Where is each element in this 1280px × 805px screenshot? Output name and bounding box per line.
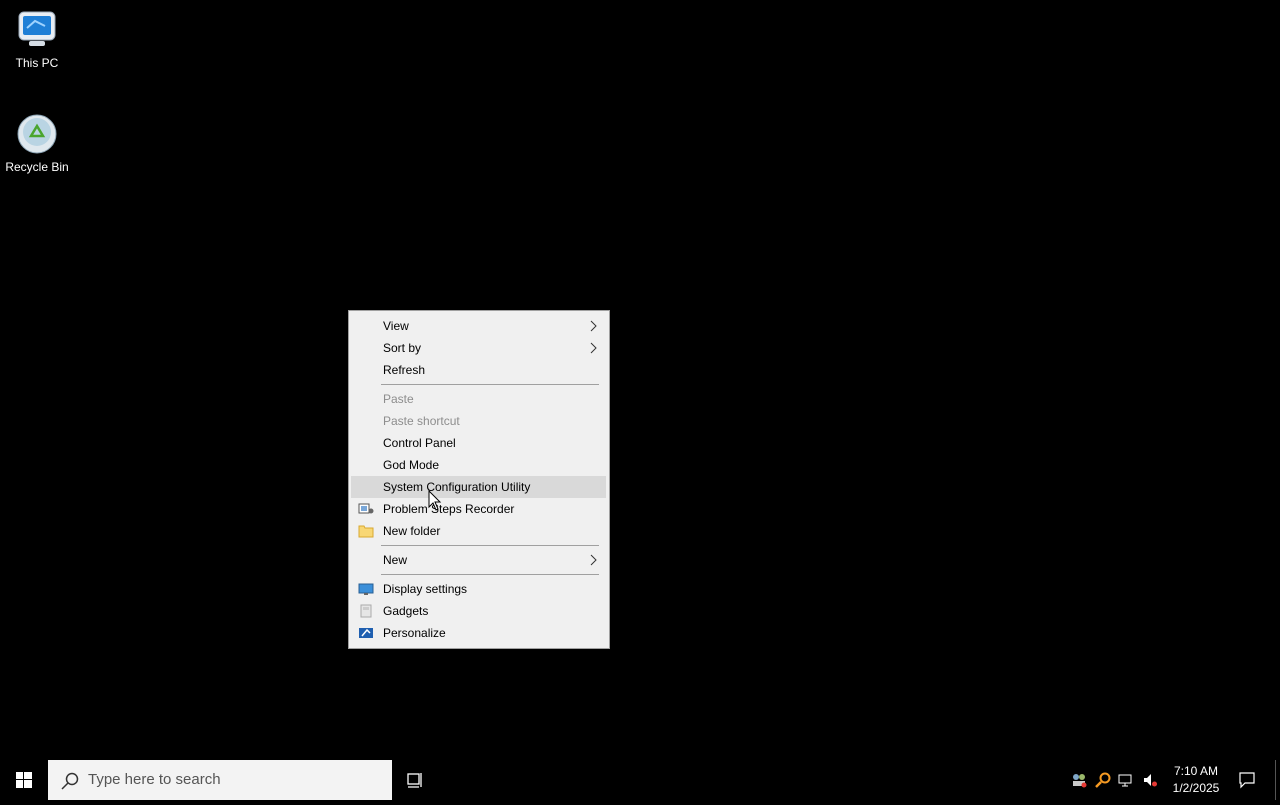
menu-item-refresh[interactable]: Refresh xyxy=(351,359,606,381)
search-placeholder: Type here to search xyxy=(88,771,221,788)
clock-date: 1/2/2025 xyxy=(1172,781,1220,795)
menu-item-label: Paste shortcut xyxy=(383,414,460,428)
monitor-icon xyxy=(15,8,59,52)
search-icon xyxy=(61,772,79,790)
mouse-cursor-icon xyxy=(428,490,442,511)
desktop-icon-recycle-bin[interactable]: Recycle Bin xyxy=(0,104,74,174)
menu-item-paste-shortcut: Paste shortcut xyxy=(351,410,606,432)
steps-recorder-icon xyxy=(358,503,374,514)
menu-item-label: God Mode xyxy=(383,458,440,472)
menu-item-label: New xyxy=(383,553,408,567)
magnifier-icon[interactable] xyxy=(1095,772,1111,788)
chevron-right-icon xyxy=(590,342,597,354)
taskbar-clock[interactable]: 7:10 AM 1/2/2025 xyxy=(1166,763,1226,797)
action-center-icon[interactable] xyxy=(1238,771,1256,789)
gadgets-icon xyxy=(360,604,372,618)
menu-item-new-folder[interactable]: New folder xyxy=(351,520,606,542)
menu-item-label: System Configuration Utility xyxy=(383,480,531,494)
menu-item-label: Control Panel xyxy=(383,436,456,450)
volume-muted-icon[interactable] xyxy=(1142,772,1158,788)
task-view-icon[interactable] xyxy=(406,770,426,790)
menu-item-label: Display settings xyxy=(383,582,468,596)
network-icon[interactable] xyxy=(1118,772,1134,788)
show-desktop-button[interactable] xyxy=(1275,760,1276,800)
network-people-icon[interactable] xyxy=(1071,772,1087,788)
menu-separator xyxy=(381,574,599,575)
chevron-right-icon xyxy=(590,554,597,566)
menu-item-label: New folder xyxy=(383,524,441,538)
windows-logo-icon xyxy=(16,772,32,788)
folder-icon xyxy=(358,525,374,538)
menu-item-problem-steps-recorder[interactable]: Problem Steps Recorder xyxy=(351,498,606,520)
menu-item-label: Refresh xyxy=(383,363,426,377)
recycle-bin-icon xyxy=(15,112,59,156)
menu-item-god-mode[interactable]: God Mode xyxy=(351,454,606,476)
menu-item-label: Personalize xyxy=(383,626,446,640)
chevron-right-icon xyxy=(590,320,597,332)
display-icon xyxy=(358,583,374,595)
clock-time: 7:10 AM xyxy=(1173,764,1219,778)
menu-item-label: Sort by xyxy=(383,341,422,355)
menu-item-label: Problem Steps Recorder xyxy=(383,502,515,516)
menu-item-display-settings[interactable]: Display settings xyxy=(351,578,606,600)
desktop-context-menu: View Sort by Refresh Paste Paste shortcu… xyxy=(348,310,610,649)
menu-item-label: Paste xyxy=(383,392,414,406)
start-button[interactable] xyxy=(0,760,48,800)
menu-item-control-panel[interactable]: Control Panel xyxy=(351,432,606,454)
menu-item-paste: Paste xyxy=(351,388,606,410)
menu-item-system-configuration-utility[interactable]: System Configuration Utility xyxy=(351,476,606,498)
desktop-icon-this-pc[interactable]: This PC xyxy=(0,0,74,70)
menu-item-new[interactable]: New xyxy=(351,549,606,571)
desktop-icon-label: Recycle Bin xyxy=(5,160,69,174)
menu-separator xyxy=(381,545,599,546)
menu-item-view[interactable]: View xyxy=(351,315,606,337)
menu-separator xyxy=(381,384,599,385)
menu-item-personalize[interactable]: Personalize xyxy=(351,622,606,644)
menu-item-label: View xyxy=(383,319,409,333)
menu-item-sort-by[interactable]: Sort by xyxy=(351,337,606,359)
personalize-icon xyxy=(359,628,373,638)
desktop-icon-label: This PC xyxy=(15,56,59,70)
menu-item-gadgets[interactable]: Gadgets xyxy=(351,600,606,622)
taskbar-search-box[interactable]: Type here to search xyxy=(48,760,392,800)
menu-item-label: Gadgets xyxy=(383,604,429,618)
taskbar: Type here to search 7:10 AM 1/2/2025 xyxy=(0,760,1280,800)
